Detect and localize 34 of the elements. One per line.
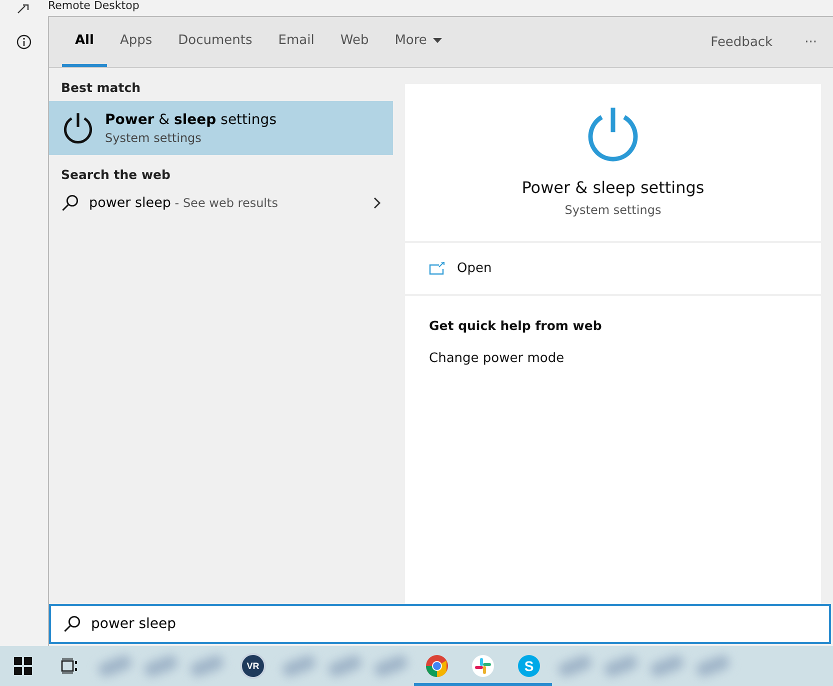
search-icon: [61, 194, 79, 212]
open-window-icon: [429, 262, 445, 275]
web-result-item[interactable]: power sleep - See web results: [49, 188, 393, 218]
vr-app-button[interactable]: VR: [230, 646, 276, 686]
window-title: Remote Desktop: [48, 0, 140, 12]
result-title: Power & sleep settings: [105, 112, 278, 128]
preview-title: Power & sleep settings: [522, 178, 704, 197]
help-heading: Get quick help from web: [429, 318, 603, 333]
section-heading: Best match: [60, 79, 142, 97]
preview-subtitle: System settings: [564, 203, 662, 217]
windows-logo-icon: [14, 657, 32, 675]
search-field[interactable]: power sleep: [89, 615, 817, 633]
section-heading: Search the web: [60, 166, 172, 184]
help-link[interactable]: Change power mode: [429, 351, 797, 366]
search-box[interactable]: power sleep: [49, 604, 831, 644]
feedback-button[interactable]: Feedback: [694, 17, 789, 67]
filter-tab[interactable]: Documents: [165, 17, 266, 67]
filter-tab[interactable]: Email: [265, 17, 328, 67]
task-view-icon: [60, 658, 78, 674]
open-button[interactable]: Open: [405, 243, 821, 296]
result-item[interactable]: Power & sleep settings System settings: [49, 101, 393, 155]
search-icon: [63, 615, 81, 633]
power-icon: [61, 111, 95, 145]
result-subtitle: System settings: [105, 130, 202, 144]
more-options-button[interactable]: ···: [788, 17, 833, 67]
filter-tab[interactable]: All: [62, 17, 107, 67]
filter-tab[interactable]: Web: [327, 17, 382, 67]
web-result-text: power sleep - See web results: [89, 195, 279, 211]
chevron-right-icon: [373, 197, 381, 209]
browser-logo-icon: [425, 654, 449, 678]
filter-tab[interactable]: More: [382, 17, 455, 67]
hash-logo-icon: [471, 654, 495, 678]
filter-tab[interactable]: Apps: [106, 17, 166, 67]
info-icon: [16, 34, 32, 50]
